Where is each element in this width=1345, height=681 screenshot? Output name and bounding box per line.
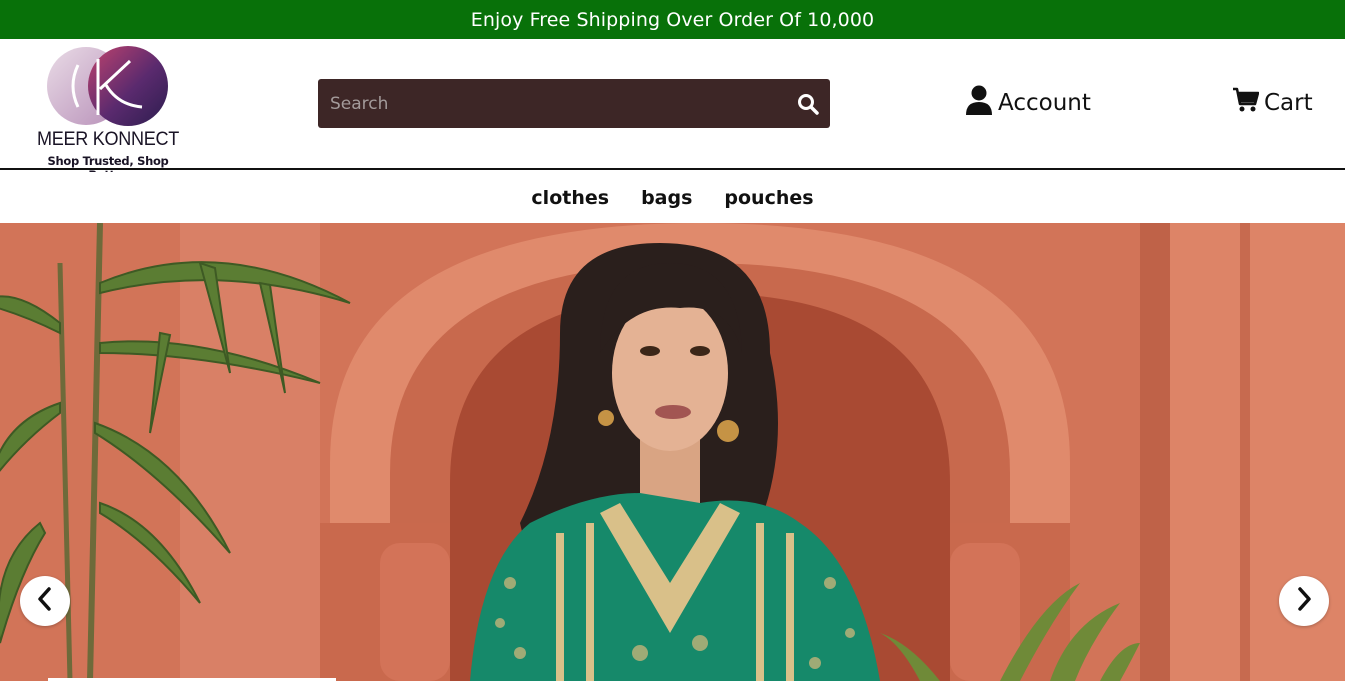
chevron-right-icon <box>1295 587 1313 615</box>
search-input[interactable] <box>318 79 786 128</box>
category-nav: clothes bags pouches <box>0 172 1345 223</box>
hero-carousel <box>0 223 1345 681</box>
search-icon[interactable] <box>786 79 830 128</box>
nav-item-bags[interactable]: bags <box>641 187 692 209</box>
promo-banner: Enjoy Free Shipping Over Order Of 10,000 <box>0 0 1345 39</box>
brand-logo[interactable]: MEER KONNECT Shop Trusted, Shop Better <box>28 43 188 182</box>
carousel-prev-button[interactable] <box>20 576 70 626</box>
account-link[interactable]: Account <box>966 85 1091 121</box>
account-label: Account <box>998 90 1091 116</box>
nav-item-clothes[interactable]: clothes <box>531 187 609 209</box>
site-header: MEER KONNECT Shop Trusted, Shop Better A… <box>0 39 1345 182</box>
cart-link[interactable]: Cart <box>1232 85 1313 121</box>
user-icon <box>966 85 992 121</box>
search-bar <box>318 79 830 128</box>
chevron-left-icon <box>36 587 54 615</box>
nav-item-pouches[interactable]: pouches <box>724 187 813 209</box>
brand-name: MEER KONNECT <box>37 129 179 150</box>
promo-text: Enjoy Free Shipping Over Order Of 10,000 <box>470 8 875 31</box>
hero-slide-image <box>0 223 1345 681</box>
logo-mark-icon <box>47 46 168 126</box>
cart-label: Cart <box>1264 90 1313 116</box>
cart-icon <box>1232 87 1260 119</box>
carousel-next-button[interactable] <box>1279 576 1329 626</box>
